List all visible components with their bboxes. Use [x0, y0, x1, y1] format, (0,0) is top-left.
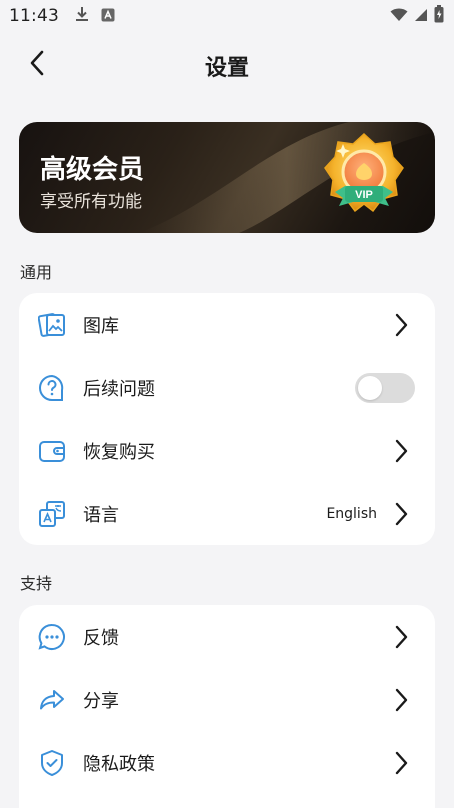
premium-subtitle: 享受所有功能: [40, 192, 142, 212]
chevron-right-icon: [393, 688, 409, 712]
settings-row-label: 分享: [83, 690, 119, 712]
signal-icon: [414, 7, 428, 26]
chevron-right-icon: [393, 751, 409, 775]
chevron-right-icon: [393, 439, 409, 463]
premium-banner[interactable]: 高级会员 享受所有功能 VIP: [19, 122, 435, 233]
section-label-general: 通用: [20, 263, 53, 282]
battery-icon: [434, 5, 444, 27]
settings-row-label: 图库: [83, 315, 119, 337]
app-notification-icon: [101, 7, 115, 26]
vip-badge-icon: VIP: [323, 132, 405, 226]
app-header: 设置: [0, 38, 454, 90]
toggle-knob: [358, 375, 382, 400]
question-icon: [38, 374, 66, 402]
chevron-right-icon: [393, 313, 409, 337]
settings-row-label: 隐私政策: [83, 753, 155, 775]
settings-row-follow-up: 后续问题: [19, 356, 435, 419]
premium-title: 高级会员: [40, 155, 145, 185]
page-title: 设置: [204, 56, 249, 81]
share-arrow-icon: [38, 686, 66, 714]
gallery-icon: [38, 311, 66, 339]
chevron-right-icon: [393, 502, 409, 526]
wifi-icon: [390, 7, 408, 26]
settings-row-label: 后续问题: [83, 378, 155, 400]
settings-row-privacy-policy[interactable]: 隐私政策: [19, 731, 435, 794]
settings-row-feedback[interactable]: 反馈: [19, 605, 435, 668]
translate-icon: [38, 500, 66, 528]
shield-check-icon: [38, 749, 66, 777]
follow-up-toggle[interactable]: [355, 372, 415, 403]
settings-row-gallery[interactable]: 图库: [19, 293, 435, 356]
chevron-right-icon: [393, 625, 409, 649]
general-settings-card: 图库 后续问题 恢复购买 语言 English: [19, 293, 435, 545]
settings-row-label: 恢复购买: [83, 441, 155, 463]
settings-row-share[interactable]: 分享: [19, 668, 435, 731]
settings-row-label: 反馈: [83, 627, 119, 649]
settings-screen: 11:43 设置 高级会员 享受所有功能 VIP 通用 图库 后续问题 恢复购买…: [0, 0, 454, 808]
status-time: 11:43: [9, 6, 59, 26]
settings-row-label: 语言: [83, 504, 119, 526]
section-label-support: 支持: [20, 574, 53, 593]
support-settings-card: 反馈 分享 隐私政策: [19, 605, 435, 808]
settings-row-restore-purchase[interactable]: 恢复购买: [19, 419, 435, 482]
chat-bubble-icon: [38, 623, 66, 651]
language-value: English: [326, 505, 377, 522]
vip-badge-label: VIP: [355, 189, 373, 201]
settings-row-language[interactable]: 语言 English: [19, 482, 435, 545]
download-icon: [75, 6, 89, 26]
status-bar: 11:43: [0, 0, 454, 32]
wallet-icon: [38, 437, 66, 465]
